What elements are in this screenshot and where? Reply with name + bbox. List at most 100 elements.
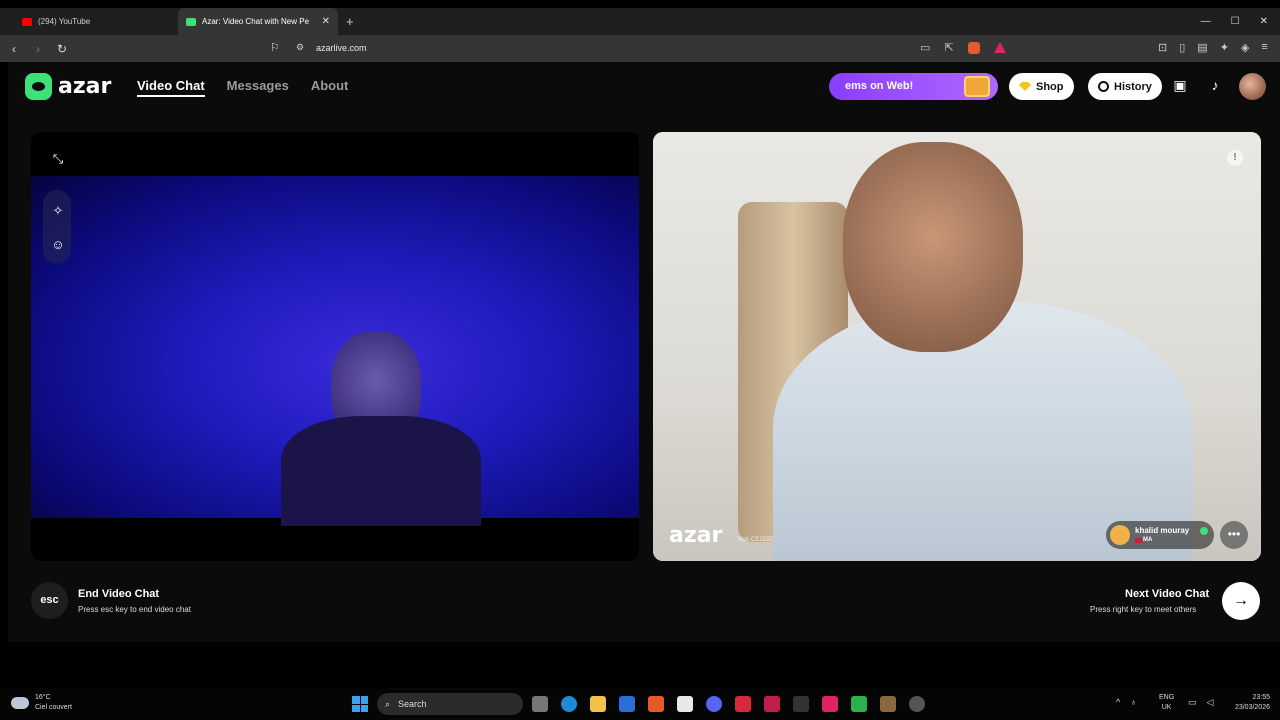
volume-icon[interactable]: ◁ <box>1207 697 1214 708</box>
back-icon[interactable]: ‹ <box>4 42 24 56</box>
date: 23/03/2026 <box>1234 704 1270 711</box>
chat-icon[interactable]: ••• <box>1220 521 1248 549</box>
peer-profile-card[interactable]: khalid mouray MA <box>1106 521 1214 549</box>
next-chat-hint: Press right key to meet others <box>1090 605 1197 614</box>
reload-icon[interactable]: ↻ <box>52 42 72 56</box>
arrow-right-icon: → <box>1233 592 1249 609</box>
mail-icon[interactable] <box>619 696 635 712</box>
sidebar-icon[interactable]: ▯ <box>1179 41 1185 54</box>
new-tab-icon[interactable]: + <box>346 14 354 29</box>
tab-youtube[interactable]: (294) YouTube <box>14 8 174 35</box>
cast-icon[interactable]: ▭ <box>920 41 930 54</box>
nav-messages[interactable]: Messages <box>227 78 289 97</box>
logo-text: azar <box>58 74 112 99</box>
report-icon[interactable]: ! <box>1227 150 1243 166</box>
weather-condition: Ciel couvert <box>35 704 72 711</box>
verified-icon <box>1200 527 1208 535</box>
face-filter-icon[interactable]: ☺ <box>50 237 66 253</box>
remote-video-panel: ! azar VoX-CE2Z8Z khalid mouray MA ••• <box>653 132 1261 561</box>
shop-button[interactable]: Shop <box>1009 73 1074 100</box>
status-icons: ▭ ◁ <box>1188 697 1213 708</box>
adobe-icon[interactable] <box>822 696 838 712</box>
weather-text: 16°C Ciel couvert <box>35 693 72 713</box>
bookmark-icon[interactable]: ⚐ <box>270 41 280 54</box>
url-field[interactable]: azarlive.com <box>316 43 367 53</box>
local-video-panel: ⤡ ✧ ☺ <box>31 132 639 561</box>
youtube-icon <box>22 17 32 26</box>
local-user-body <box>281 416 481 526</box>
microphone-icon[interactable]: ♁ <box>1130 697 1137 707</box>
discord-icon[interactable] <box>706 696 722 712</box>
file-explorer-icon[interactable] <box>590 696 606 712</box>
clock-icon <box>1098 81 1109 92</box>
close-window-icon[interactable]: ✕ <box>1260 16 1268 27</box>
end-chat-button[interactable]: esc <box>31 582 68 619</box>
cloud-icon <box>11 697 29 709</box>
peer-avatar <box>1110 525 1130 545</box>
task-view-icon[interactable] <box>532 696 548 712</box>
flag-icon <box>1135 538 1142 543</box>
share-icon[interactable]: ⇱ <box>944 41 953 54</box>
close-tab-icon[interactable]: ✕ <box>322 16 330 27</box>
magic-wand-icon[interactable]: ✧ <box>50 203 66 219</box>
menu-icon[interactable]: ≡ <box>1261 41 1267 54</box>
remote-user-head <box>843 142 1023 352</box>
site-settings-icon[interactable]: ⚙ <box>296 42 304 53</box>
toolbar-extensions: ⊡ ▯ ▤ ✦ ◈ ≡ <box>1158 41 1268 54</box>
leo-icon[interactable]: ✦ <box>1220 41 1229 54</box>
chevron-up-icon[interactable]: ^ <box>1116 697 1120 707</box>
end-chat-title: End Video Chat <box>78 588 160 600</box>
end-chat-hint: Press esc key to end video chat <box>78 605 191 614</box>
edge-icon[interactable] <box>561 696 577 712</box>
inbox-icon[interactable]: ▣ <box>1171 77 1189 95</box>
history-button[interactable]: History <box>1088 73 1162 100</box>
store-icon[interactable] <box>677 696 693 712</box>
brave-rewards-icon[interactable] <box>993 42 1006 53</box>
minimize-video-icon[interactable]: ⤡ <box>50 151 66 167</box>
network-icon[interactable]: ▭ <box>1188 697 1197 708</box>
maximize-icon[interactable]: ☐ <box>1231 16 1240 27</box>
minimize-icon[interactable]: — <box>1201 16 1211 27</box>
epic-games-icon[interactable] <box>793 696 809 712</box>
nav-about[interactable]: About <box>311 78 349 97</box>
search-icon: ⌕ <box>385 698 391 709</box>
brave-taskbar-icon[interactable] <box>648 696 664 712</box>
clock[interactable]: 23:55 23/03/2026 <box>1224 693 1270 713</box>
nav-video-chat[interactable]: Video Chat <box>137 78 205 97</box>
app-red-icon[interactable] <box>735 696 751 712</box>
temperature: 16°C <box>35 694 51 701</box>
region-code: UK <box>1161 704 1172 711</box>
brave-shields-icon[interactable] <box>967 41 980 54</box>
obs-icon[interactable] <box>909 696 925 712</box>
weather-widget[interactable]: 16°C Ciel couvert <box>11 693 72 713</box>
azar-page: azar Video Chat Messages About ems on We… <box>8 62 1280 642</box>
tab-azar[interactable]: Azar: Video Chat with New Pe ✕ <box>178 8 338 35</box>
promo-banner[interactable]: ems on Web! <box>829 73 998 100</box>
vox-id: VoX-CE2Z8Z <box>738 537 774 543</box>
azar-logo[interactable]: azar <box>25 73 111 100</box>
next-chat-button[interactable]: → <box>1222 582 1260 620</box>
wallet-icon[interactable]: ▤ <box>1197 41 1207 54</box>
forward-icon[interactable]: › <box>28 42 48 56</box>
taskbar-search[interactable]: ⌕ Search <box>377 693 523 715</box>
screenshot-icon[interactable]: ⊡ <box>1158 41 1167 54</box>
windows-start-icon[interactable] <box>352 696 368 712</box>
browser-tab-strip: (294) YouTube Azar: Video Chat with New … <box>0 8 1280 35</box>
address-bar: ‹ › ↻ ⚐ ⚙ azarlive.com ▭ ⇱ ⊡ ▯ ▤ ✦ ◈ ≡ <box>0 35 1280 62</box>
utorrent-icon[interactable] <box>851 696 867 712</box>
avatar[interactable] <box>1239 73 1266 100</box>
treasure-chest-icon <box>964 76 990 97</box>
promo-text: ems on Web! <box>845 80 914 92</box>
tab-title: (294) YouTube <box>38 17 91 26</box>
vpn-icon[interactable]: ◈ <box>1241 41 1249 54</box>
next-chat-title: Next Video Chat <box>1125 588 1210 600</box>
bell-icon[interactable]: ♪ <box>1206 77 1224 95</box>
app-header: azar Video Chat Messages About ems on We… <box>8 62 1280 112</box>
valorant-icon[interactable] <box>764 696 780 712</box>
game-icon[interactable] <box>880 696 896 712</box>
address-actions: ▭ ⇱ <box>920 41 1006 54</box>
language-indicator[interactable]: ENG UK <box>1159 693 1174 713</box>
system-tray: ^ ♁ <box>1116 697 1137 707</box>
peer-country: MA <box>1143 537 1153 543</box>
windows-taskbar: 16°C Ciel couvert ⌕ Search ^ ♁ ENG UK ▭ … <box>0 688 1280 720</box>
